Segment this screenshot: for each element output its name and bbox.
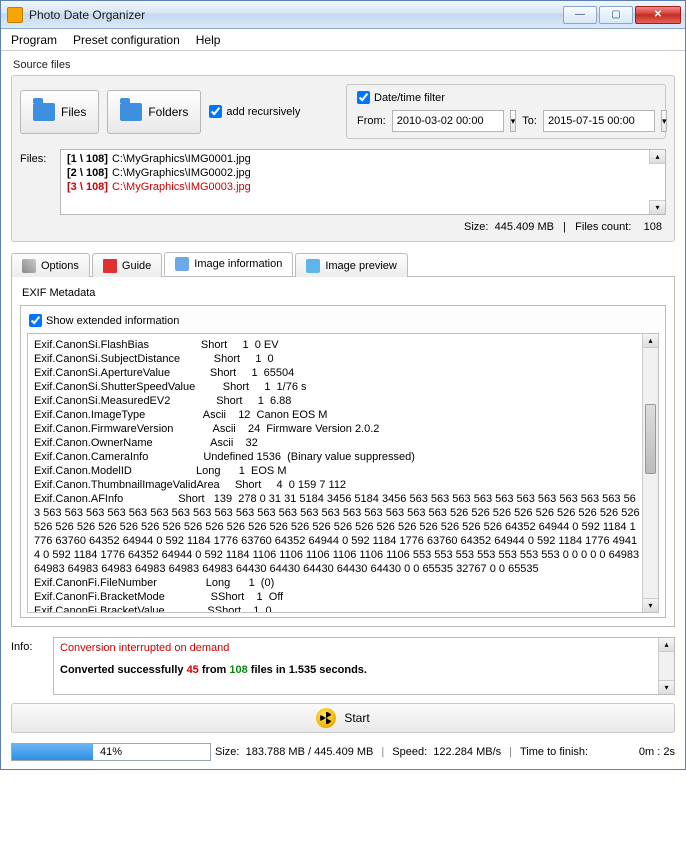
info-log[interactable]: Conversion interrupted on demand Convert… [53,637,675,695]
list-item[interactable]: [2 \ 108] C:\MyGraphics\IMG0002.jpg [61,166,665,180]
list-item[interactable]: [3 \ 108] C:\MyGraphics\IMG0003.jpg [61,180,665,194]
tab-image-information[interactable]: Image information [164,252,293,276]
menubar: Program Preset configuration Help [1,29,685,51]
info-interrupted: Conversion interrupted on demand [60,642,656,654]
files-list[interactable]: [1 \ 108] C:\MyGraphics\IMG0001.jpg [2 \… [60,149,666,215]
to-label: To: [522,115,537,127]
menu-help[interactable]: Help [196,33,221,47]
progress-bar: 41% [11,743,211,761]
exif-textarea[interactable]: Exif.CanonSi.FlashBias Short 1 0 EV Exif… [27,333,659,613]
source-files-label: Source files [13,59,675,71]
tab-options[interactable]: Options [11,253,90,277]
list-item[interactable]: [1 \ 108] C:\MyGraphics\IMG0001.jpg [61,152,665,166]
titlebar[interactable]: Photo Date Organizer — ▢ ✕ [1,1,685,29]
menu-preset[interactable]: Preset configuration [73,33,180,47]
to-date-input[interactable] [543,110,655,132]
start-button[interactable]: Start [11,703,675,733]
datetime-filter-panel: Date/time filter From: ▾ To: ▾ [346,84,666,139]
tabs: Options Guide Image information Image pr… [11,252,675,277]
nuclear-icon [316,708,336,728]
info-success: Converted successfully 45 from 108 files… [60,664,656,676]
info-icon [175,257,189,271]
tab-guide[interactable]: Guide [92,253,162,277]
minimize-button[interactable]: — [563,6,597,24]
scroll-down-button[interactable]: ▾ [643,598,658,612]
tab-body: EXIF Metadata Show extended information … [11,277,675,627]
scroll-up-button[interactable]: ▴ [643,334,658,348]
scroll-down-button[interactable]: ▾ [659,680,674,694]
app-icon [7,7,23,23]
from-date-input[interactable] [392,110,504,132]
from-label: From: [357,115,386,127]
scrollbar[interactable]: ▴ ▾ [658,638,674,694]
scrollbar[interactable]: ▴ ▾ [642,334,658,612]
scroll-down-button[interactable]: ▾ [649,200,665,214]
maximize-button[interactable]: ▢ [599,6,633,24]
add-recursively-checkbox[interactable]: add recursively [209,105,300,118]
from-dropdown-button[interactable]: ▾ [510,110,517,132]
folders-icon [120,103,142,121]
preview-icon [306,259,320,273]
scroll-up-button[interactable]: ▴ [659,638,674,652]
files-summary: Size: 445.409 MB | Files count: 108 [20,215,666,233]
scrollbar-thumb[interactable] [645,404,656,474]
info-label: Info: [11,637,45,695]
folders-button[interactable]: Folders [107,90,201,134]
show-extended-checkbox[interactable]: Show extended information [29,314,659,327]
files-button[interactable]: Files [20,90,99,134]
window-title: Photo Date Organizer [29,8,145,22]
scroll-up-button[interactable]: ▴ [649,150,665,164]
to-dropdown-button[interactable]: ▾ [661,110,668,132]
wrench-icon [22,259,36,273]
menu-program[interactable]: Program [11,33,57,47]
source-panel: Files Folders add recursively Date/time … [11,75,675,242]
files-icon [33,103,55,121]
tab-image-preview[interactable]: Image preview [295,253,408,277]
book-icon [103,259,117,273]
status-bar: 41% Size: 183.788 MB / 445.409 MB | Spee… [11,741,675,763]
files-list-label: Files: [20,149,54,165]
close-button[interactable]: ✕ [635,6,681,24]
exif-title: EXIF Metadata [22,287,666,299]
datetime-filter-checkbox[interactable]: Date/time filter [357,91,655,104]
